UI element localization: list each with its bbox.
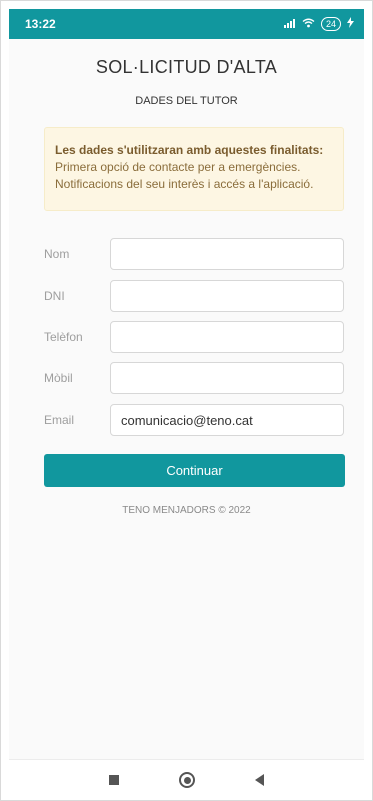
dni-label: DNI xyxy=(44,289,65,303)
footer-copyright: TENO MENJADORS © 2022 xyxy=(122,505,251,516)
charging-icon xyxy=(347,17,354,31)
phone-screen: 13:22 24 SOL·LICITUD D'ALTA DADES DEL TU… xyxy=(0,0,373,801)
dni-input[interactable] xyxy=(110,280,344,312)
back-icon[interactable] xyxy=(255,774,264,786)
system-navigation-bar xyxy=(9,759,364,800)
email-label: Email xyxy=(44,413,75,427)
status-bar: 13:22 24 xyxy=(9,9,364,39)
status-time: 13:22 xyxy=(25,17,56,31)
email-input[interactable] xyxy=(110,404,344,436)
form-row-nom: Nom xyxy=(44,238,344,272)
nom-label: Nom xyxy=(44,247,70,261)
continue-button[interactable]: Continuar xyxy=(44,454,345,487)
telefon-input[interactable] xyxy=(110,321,344,353)
form-row-mobil: Mòbil xyxy=(44,362,344,396)
nom-input[interactable] xyxy=(110,238,344,270)
form-row-email: Email xyxy=(44,404,344,438)
wifi-icon xyxy=(302,18,315,31)
mobil-input[interactable] xyxy=(110,362,344,394)
status-icons: 24 xyxy=(283,17,354,31)
telefon-label: Telèfon xyxy=(44,330,83,344)
page-subtitle: DADES DEL TUTOR xyxy=(135,95,238,107)
recent-apps-icon[interactable] xyxy=(109,775,119,785)
mobil-label: Mòbil xyxy=(44,371,73,385)
notice-line-1: Primera opció de contacte per a emergènc… xyxy=(55,160,301,174)
home-icon[interactable] xyxy=(179,772,195,788)
notice-line-2: Notificacions del seu interès i accés a … xyxy=(55,177,314,191)
signal-icon xyxy=(283,18,296,31)
main-content: SOL·LICITUD D'ALTA DADES DEL TUTOR Les d… xyxy=(9,39,364,760)
page-title: SOL·LICITUD D'ALTA xyxy=(95,57,278,77)
battery-icon: 24 xyxy=(320,17,341,31)
notice-heading: Les dades s'utilitzaran amb aquestes fin… xyxy=(55,143,324,157)
form-row-dni: DNI xyxy=(44,280,344,314)
form-row-telefon: Telèfon xyxy=(44,321,344,355)
info-notice: Les dades s'utilitzaran amb aquestes fin… xyxy=(44,127,344,211)
